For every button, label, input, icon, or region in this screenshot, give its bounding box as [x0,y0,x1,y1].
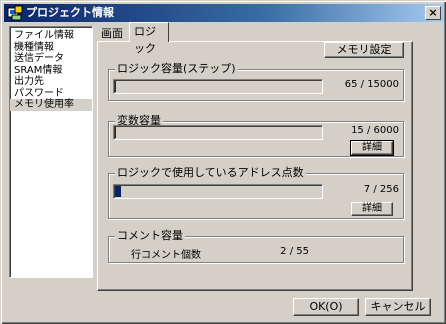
category-item-password[interactable]: パスワード [10,88,92,100]
cancel-button[interactable]: キャンセル [365,298,431,316]
logic-capacity-title: ロジック容量(ステップ) [115,62,238,75]
window-title: プロジェクト情報 [26,6,114,19]
variable-capacity-count: 15 / 6000 [331,125,399,136]
memory-settings-button[interactable]: メモリ設定 [324,42,404,58]
variable-capacity-bar [113,125,323,140]
separator: / [289,246,294,257]
address-count-bar-fill [115,186,121,197]
comment-capacity-used: 2 [280,246,287,257]
address-count-total: 256 [379,184,399,195]
variable-capacity-group: 変数容量 15 / 6000 詳細 [108,115,404,157]
logic-capacity-used: 65 [344,79,358,90]
logic-capacity-total: 15000 [367,79,399,90]
category-item-model-info[interactable]: 機種情報 [10,42,92,54]
close-button[interactable]: × [425,6,441,20]
address-count-group: ロジックで使用しているアドレス点数 7 / 256 詳細 [108,167,404,219]
logic-capacity-group: ロジック容量(ステップ) 65 / 15000 [108,63,404,101]
variable-capacity-total: 6000 [373,125,399,136]
category-item-sram-info[interactable]: SRAM情報 [10,65,92,77]
logic-panel: メモリ設定 ロジック容量(ステップ) 65 / 15000 変数容量 15 / … [97,41,413,291]
logic-capacity-count: 65 / 15000 [331,79,399,90]
logic-capacity-bar-fill [115,81,116,92]
comment-capacity-count: 2 / 55 [249,246,309,257]
comment-capacity-group: コメント容量 行コメント個数 2 / 55 [108,230,404,263]
tab-logic[interactable]: ロジック [129,22,169,55]
category-item-file-info[interactable]: ファイル情報 [10,30,92,42]
category-item-transfer-data[interactable]: 送信データ [10,53,92,65]
ok-button[interactable]: OK(O) [293,298,359,316]
project-info-icon [7,5,23,21]
title-bar[interactable]: プロジェクト情報 × [4,4,444,22]
variable-capacity-bar-fill [115,127,116,138]
line-comment-count-label: 行コメント個数 [131,250,201,261]
logic-capacity-bar [113,79,323,94]
address-count-used: 7 [363,184,371,195]
address-detail-button[interactable]: 詳細 [351,202,393,216]
category-list[interactable]: ファイル情報 機種情報 送信データ SRAM情報 出力先 パスワード メモリ使用… [9,26,93,278]
project-info-dialog: プロジェクト情報 × ファイル情報 機種情報 送信データ SRAM情報 出力先 … [0,0,446,324]
separator: / [360,79,364,90]
variable-detail-button[interactable]: 詳細 [350,140,394,156]
category-item-output-destination[interactable]: 出力先 [10,76,92,88]
comment-capacity-total: 55 [296,246,309,257]
separator: / [366,125,371,136]
variable-capacity-used: 15 [351,125,364,136]
comment-capacity-title: コメント容量 [115,229,185,242]
address-count-bar [113,184,323,199]
separator: / [373,184,377,195]
address-count-count: 7 / 256 [331,184,399,195]
address-count-title: ロジックで使用しているアドレス点数 [115,166,306,179]
category-item-memory-usage[interactable]: メモリ使用率 [10,99,92,111]
